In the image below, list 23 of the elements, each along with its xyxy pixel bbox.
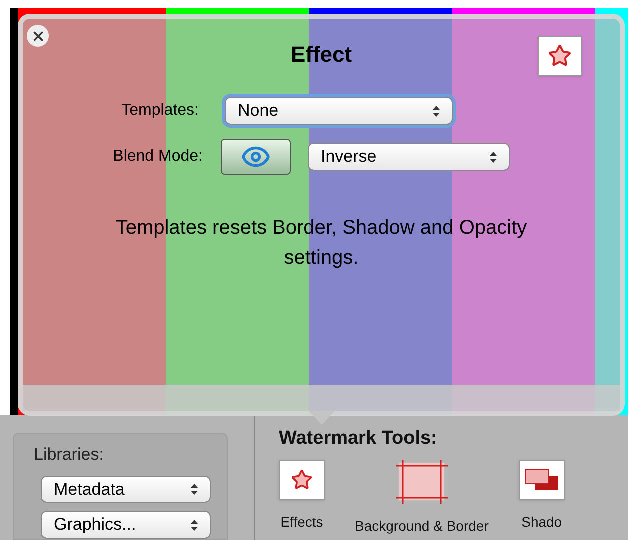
- up-down-arrows-icon: [191, 520, 198, 531]
- favorite-button[interactable]: [538, 36, 582, 76]
- tool-label[interactable]: Shado: [522, 512, 562, 532]
- templates-label: Templates:: [120, 101, 199, 121]
- framed-square-icon[interactable]: [396, 460, 448, 504]
- up-down-arrows-icon: [433, 106, 440, 116]
- eye-button[interactable]: [221, 139, 291, 175]
- watermark-tools-title: Watermark Tools:: [279, 427, 438, 451]
- templates-note: Templates resets Border, Shadow and Opacity settings.: [114, 216, 528, 271]
- libraries-label: Libraries:: [34, 444, 105, 466]
- blend-mode-label: Blend Mode:: [112, 147, 203, 167]
- tool-label[interactable]: Background & Border: [355, 516, 489, 536]
- popup-button[interactable]: None: [225, 97, 453, 125]
- close-button[interactable]: [27, 25, 49, 47]
- overlapping-squares-icon[interactable]: [518, 460, 565, 500]
- up-down-arrows-icon: [490, 152, 497, 162]
- star-icon: [548, 44, 572, 68]
- popup-button[interactable]: Graphics...: [41, 511, 211, 539]
- tool-label[interactable]: Effects: [280, 512, 324, 532]
- popup-button[interactable]: Inverse: [308, 143, 510, 171]
- popup-button[interactable]: Metadata: [41, 476, 211, 504]
- popover-title: Effect: [290, 40, 352, 68]
- up-down-arrows-icon: [191, 484, 198, 495]
